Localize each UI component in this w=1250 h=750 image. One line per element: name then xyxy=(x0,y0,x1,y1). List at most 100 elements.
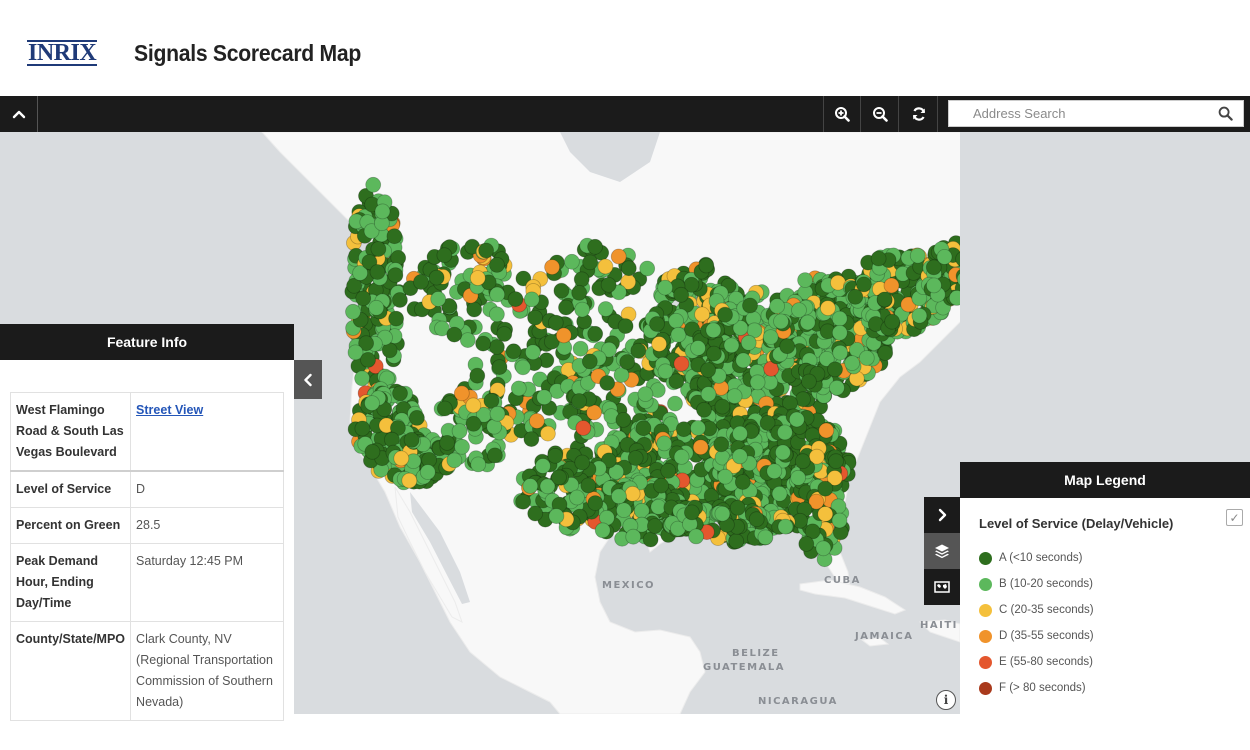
signal-dot[interactable] xyxy=(791,302,807,319)
signal-dot[interactable] xyxy=(657,363,674,380)
address-search-input[interactable] xyxy=(949,101,1209,126)
signal-dot[interactable] xyxy=(620,260,637,277)
signal-dot[interactable] xyxy=(884,313,900,330)
signal-dot[interactable] xyxy=(818,422,835,439)
signal-dot[interactable] xyxy=(555,327,572,344)
signal-dot[interactable] xyxy=(617,318,634,335)
signal-dot[interactable] xyxy=(574,454,591,471)
signal-dot[interactable] xyxy=(403,431,420,448)
signal-dot[interactable] xyxy=(360,351,376,368)
signal-dot[interactable] xyxy=(392,385,408,402)
signal-dot[interactable] xyxy=(496,326,513,342)
street-view-link[interactable]: Street View xyxy=(136,403,203,417)
signal-dot[interactable] xyxy=(775,444,791,461)
signal-dot[interactable] xyxy=(728,533,745,550)
signal-dot[interactable] xyxy=(647,518,663,534)
signal-dot[interactable] xyxy=(696,401,712,418)
signal-dot[interactable] xyxy=(574,301,591,318)
signal-dot[interactable] xyxy=(582,254,598,271)
signal-dot[interactable] xyxy=(469,367,486,384)
signal-dot[interactable] xyxy=(657,279,673,296)
signal-dot[interactable] xyxy=(798,535,815,552)
signal-dot[interactable] xyxy=(580,477,597,494)
signal-dot[interactable] xyxy=(374,203,391,220)
signal-dot[interactable] xyxy=(611,488,627,505)
signal-dot[interactable] xyxy=(642,531,659,548)
signal-dot[interactable] xyxy=(436,247,453,264)
signal-dot[interactable] xyxy=(735,352,752,369)
signal-dot[interactable] xyxy=(732,448,748,465)
signal-dot[interactable] xyxy=(365,176,382,193)
signal-dot[interactable] xyxy=(486,447,503,464)
signal-dot[interactable] xyxy=(369,264,386,280)
signal-dot[interactable] xyxy=(355,290,372,307)
signal-dot[interactable] xyxy=(527,505,544,522)
signal-dot[interactable] xyxy=(370,241,387,257)
signal-dot[interactable] xyxy=(515,359,531,376)
signal-dot[interactable] xyxy=(535,458,551,474)
legend-layer-checkbox[interactable]: ✓ xyxy=(1226,509,1243,526)
signal-dot[interactable] xyxy=(773,313,789,330)
signal-dot[interactable] xyxy=(469,270,486,286)
signal-dot[interactable] xyxy=(587,238,603,255)
signal-dot[interactable] xyxy=(769,298,785,315)
signal-dot[interactable] xyxy=(779,338,796,355)
signal-dot[interactable] xyxy=(700,386,717,403)
signal-dot[interactable] xyxy=(771,485,788,502)
signal-dot[interactable] xyxy=(368,299,385,316)
signal-dot[interactable] xyxy=(428,269,445,286)
signal-dot[interactable] xyxy=(870,250,887,267)
signal-dot[interactable] xyxy=(831,512,848,529)
map-canvas-right[interactable] xyxy=(960,132,1250,462)
signal-dot[interactable] xyxy=(858,350,875,366)
signal-dot[interactable] xyxy=(523,431,540,448)
signal-dot[interactable] xyxy=(489,286,506,303)
signal-dot[interactable] xyxy=(649,316,665,332)
signal-dot[interactable] xyxy=(740,334,757,351)
signal-dot[interactable] xyxy=(801,373,817,390)
signal-dot[interactable] xyxy=(766,463,783,480)
signal-dot[interactable] xyxy=(597,301,614,317)
expand-legend-button[interactable] xyxy=(924,497,960,533)
zoom-in-button[interactable] xyxy=(823,96,861,132)
signal-dot[interactable] xyxy=(475,335,492,352)
signal-dot[interactable] xyxy=(430,291,447,307)
signal-dot[interactable] xyxy=(465,415,482,432)
signal-dot[interactable] xyxy=(705,322,722,339)
signal-dot[interactable] xyxy=(726,388,743,405)
signal-dot[interactable] xyxy=(717,306,733,323)
signal-dot[interactable] xyxy=(876,291,893,308)
signal-dot[interactable] xyxy=(670,326,687,343)
zoom-out-button[interactable] xyxy=(861,96,899,132)
signal-dot[interactable] xyxy=(527,309,543,326)
signal-dot[interactable] xyxy=(831,310,848,327)
signal-dot[interactable] xyxy=(714,398,731,415)
signal-dot[interactable] xyxy=(536,389,553,406)
signal-dot[interactable] xyxy=(523,291,540,308)
signal-dot[interactable] xyxy=(673,286,689,303)
signal-dot[interactable] xyxy=(815,540,832,557)
signal-dot[interactable] xyxy=(829,379,845,396)
signal-dot[interactable] xyxy=(587,495,604,512)
signal-dot[interactable] xyxy=(706,345,722,362)
signal-dot[interactable] xyxy=(510,380,527,397)
signal-dot[interactable] xyxy=(656,435,673,452)
signal-dot[interactable] xyxy=(817,480,834,497)
signal-dot[interactable] xyxy=(465,397,482,414)
signal-dot[interactable] xyxy=(522,478,539,494)
signal-dot[interactable] xyxy=(575,420,592,436)
signal-dot[interactable] xyxy=(948,290,960,306)
signal-dot[interactable] xyxy=(635,420,652,437)
signal-dot[interactable] xyxy=(684,504,700,521)
signal-dot[interactable] xyxy=(478,242,495,259)
signal-dot[interactable] xyxy=(571,284,588,301)
signal-dot[interactable] xyxy=(653,477,669,494)
signal-dot[interactable] xyxy=(639,260,656,277)
basemap-button[interactable] xyxy=(924,569,960,605)
signal-dot[interactable] xyxy=(757,529,774,546)
signal-dot[interactable] xyxy=(354,420,371,437)
signal-dot[interactable] xyxy=(489,256,505,273)
signal-dot[interactable] xyxy=(630,342,647,359)
signal-dot[interactable] xyxy=(911,307,928,324)
signal-dot[interactable] xyxy=(651,336,667,352)
